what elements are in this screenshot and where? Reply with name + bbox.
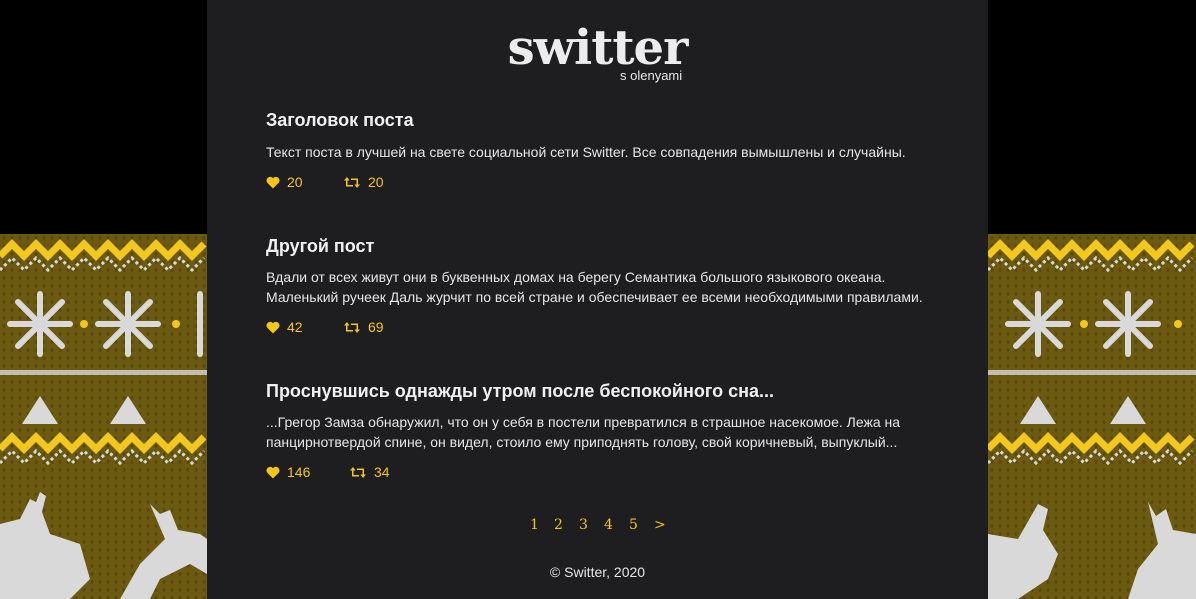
- footer-copyright: © Switter, 2020: [549, 564, 646, 580]
- post-body-line: Маленький ручеек Даль журчит по всей стр…: [266, 288, 923, 305]
- page-link-4[interactable]: 4: [604, 517, 613, 533]
- repost-count: 69: [368, 319, 384, 335]
- post-body: ...Грегор Замза обнаружил, что он у себя…: [266, 413, 926, 452]
- page-link-2[interactable]: 2: [554, 517, 563, 533]
- knit-pattern-left: [0, 234, 207, 599]
- heart-icon: [266, 176, 280, 188]
- retweet-icon: [344, 176, 360, 188]
- repost-count: 34: [374, 464, 390, 480]
- page-link-next[interactable]: >: [654, 517, 666, 533]
- like-count: 146: [287, 464, 311, 480]
- knit-pattern-right: [988, 234, 1196, 599]
- main-column: switter s olenyami Заголовок поста Текст…: [207, 0, 988, 599]
- post-card: Проснувшись однажды утром после беспокой…: [266, 380, 926, 480]
- like-button[interactable]: 42: [266, 319, 303, 335]
- post-title[interactable]: Другой пост: [266, 235, 926, 257]
- post-body-line: Вдали от всех живут они в буквенных дома…: [266, 269, 886, 285]
- post-body-line: Текст поста в лучшей на свете социальной…: [266, 144, 906, 160]
- page-link-3[interactable]: 3: [579, 517, 588, 533]
- post-card: Другой пост Вдали от всех живут они в бу…: [266, 235, 926, 335]
- site-tagline: s olenyami: [620, 68, 683, 83]
- post-body: Текст поста в лучшей на свете социальной…: [266, 143, 926, 163]
- retweet-icon: [350, 466, 366, 478]
- heart-icon: [266, 321, 280, 333]
- like-button[interactable]: 20: [266, 174, 303, 190]
- repost-count: 20: [368, 174, 384, 190]
- page-link-1[interactable]: 1: [530, 517, 539, 533]
- retweet-icon: [344, 321, 360, 333]
- post-card: Заголовок поста Текст поста в лучшей на …: [266, 109, 926, 190]
- repost-button[interactable]: 20: [343, 174, 384, 190]
- like-count: 42: [287, 319, 303, 335]
- page-link-5[interactable]: 5: [629, 517, 638, 533]
- heart-icon: [266, 466, 280, 478]
- post-title[interactable]: Проснувшись однажды утром после беспокой…: [266, 380, 926, 402]
- post-body-line: панцирнотвердой спине, он видел, стоило …: [266, 433, 898, 450]
- post-body-line: ...Грегор Замза обнаружил, что он у себя…: [266, 414, 901, 430]
- repost-button[interactable]: 34: [349, 464, 390, 480]
- post-body: Вдали от всех живут они в буквенных дома…: [266, 268, 926, 307]
- post-title[interactable]: Заголовок поста: [266, 109, 926, 131]
- like-button[interactable]: 146: [266, 464, 310, 480]
- repost-button[interactable]: 69: [343, 319, 384, 335]
- site-logo[interactable]: switter: [207, 22, 988, 74]
- like-count: 20: [287, 174, 303, 190]
